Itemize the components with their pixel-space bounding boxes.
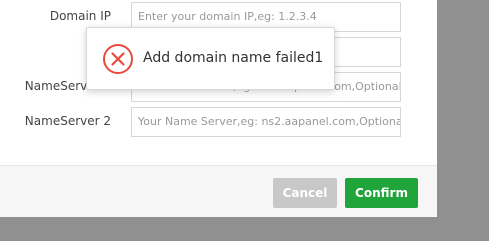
nameserver2-input[interactable]: Your Name Server,eg: ns2.aapanel.com,Opt…: [131, 107, 401, 137]
error-toast: Add domain name failed1: [86, 27, 335, 90]
toast-message: Add domain name failed1: [143, 50, 324, 66]
confirm-button[interactable]: Confirm: [345, 178, 418, 208]
domain-ip-label: Domain IP: [49, 9, 111, 23]
cancel-button[interactable]: Cancel: [273, 178, 337, 208]
nameserver2-row: NameServer 2 Your Name Server,eg: ns2.aa…: [0, 107, 437, 137]
error-circle-x-icon: [103, 44, 133, 74]
nameserver2-label: NameServer 2: [24, 114, 111, 128]
